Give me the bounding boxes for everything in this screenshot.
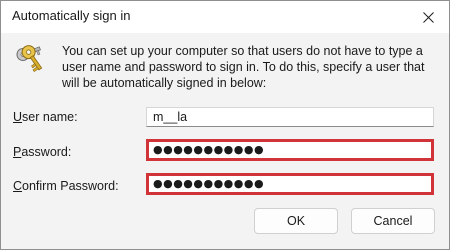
auto-sign-in-dialog: Automatically sign in You can set up you… <box>0 0 450 250</box>
username-field[interactable]: m__la <box>146 107 434 127</box>
instruction-text: You can set up your computer so that use… <box>62 44 425 90</box>
window-title: Automatically sign in <box>12 8 131 23</box>
button-bar: OK Cancel <box>1 199 449 249</box>
dialog-content: You can set up your computer so that use… <box>1 33 449 199</box>
title-bar: Automatically sign in <box>1 1 449 33</box>
close-icon <box>422 11 434 23</box>
password-label: Password: <box>13 145 72 159</box>
ok-button[interactable]: OK <box>254 208 338 234</box>
confirm-password-field[interactable]: ●●●●●●●●●●● <box>146 173 434 195</box>
username-label: User name: <box>13 110 78 124</box>
cancel-button[interactable]: Cancel <box>351 208 435 234</box>
password-field[interactable]: ●●●●●●●●●●● <box>146 139 434 161</box>
keys-icon <box>16 45 43 73</box>
close-button[interactable] <box>407 1 449 33</box>
confirm-password-label: Confirm Password: <box>13 179 119 193</box>
